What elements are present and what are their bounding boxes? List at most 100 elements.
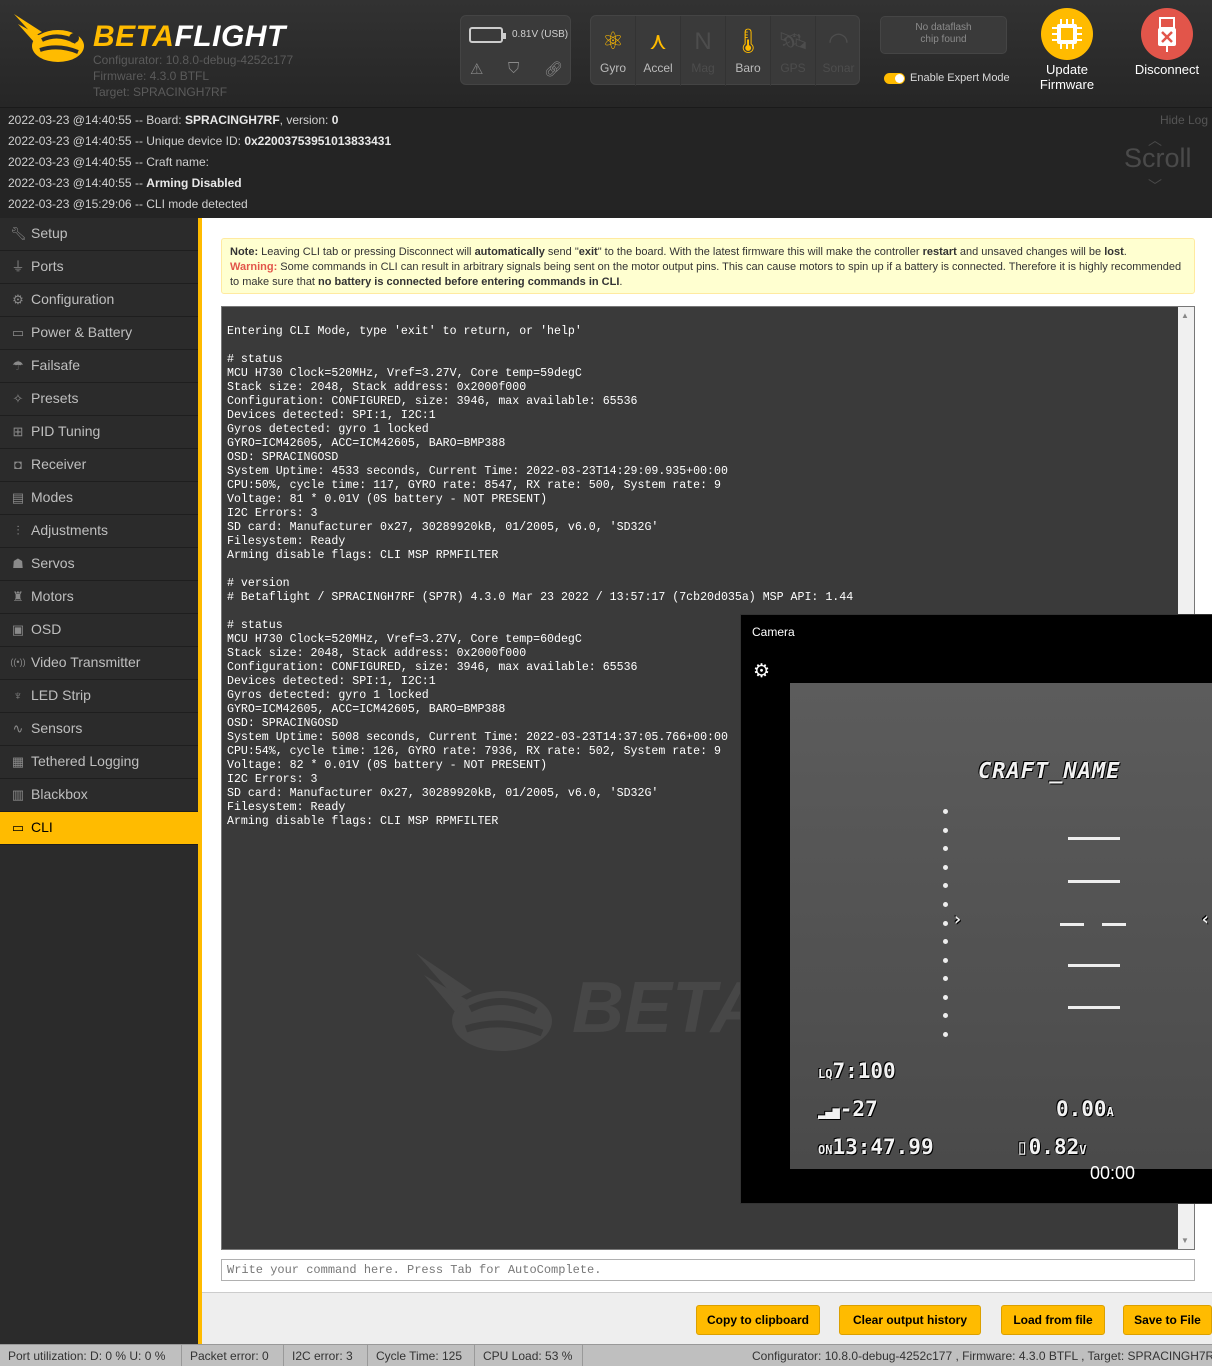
camera-feed: CRAFT_NAME › ‹ LQ7:100 ▂▄▆-27 0.00A ON13… (790, 683, 1212, 1169)
sidebar-item-motors[interactable]: ♜ Motors (0, 581, 198, 614)
motor-icon: ♜ (12, 589, 24, 604)
baro-icon: 🌡︎ (732, 28, 764, 55)
load-from-file-button[interactable]: Load from file (1001, 1305, 1105, 1335)
port-utilization: Port utilization: D: 0 % U: 0 % (0, 1345, 182, 1366)
osd-voltage: ▯0.82V (1016, 1135, 1087, 1159)
battery-osd-icon: ▯ (1016, 1135, 1029, 1159)
sidebar-item-ports[interactable]: ⏚ Ports (0, 251, 198, 284)
status-bar: Port utilization: D: 0 % U: 0 % Packet e… (0, 1344, 1212, 1366)
sidebar-item-presets[interactable]: ✧ Presets (0, 383, 198, 416)
scroll-toggle[interactable]: Scroll (1124, 143, 1192, 174)
chip-icon (1052, 19, 1082, 49)
log-line: 2022-03-23 @15:29:06 -- CLI mode detecte… (8, 197, 248, 211)
sliders-icon: ⫶ (16, 523, 20, 538)
disconnect-label[interactable]: Disconnect (1128, 62, 1206, 77)
usb-disconnect-icon (1158, 17, 1176, 52)
mag-icon: N (694, 28, 712, 55)
scroll-down-icon[interactable]: ▼ (1181, 1236, 1189, 1245)
clear-output-history-button[interactable]: Clear output history (839, 1305, 981, 1335)
sidebar-item-blackbox[interactable]: ▥ Blackbox (0, 779, 198, 812)
sidebar-item-modes[interactable]: ▤ Modes (0, 482, 198, 515)
modes-icon: ▤ (11, 490, 25, 505)
osd-craft-name: CRAFT_NAME (978, 759, 1121, 784)
scroll-up-icon[interactable]: ▲ (1181, 311, 1189, 320)
sidebar-item-power-battery[interactable]: ▭ Power & Battery (0, 317, 198, 350)
app-title: BETAFLIGHT (93, 20, 286, 53)
osd-rssi: ▂▄▆-27 (818, 1097, 878, 1121)
plug-icon: ⏚ (11, 259, 25, 274)
sidebar-item-configuration[interactable]: ⚙ Configuration (0, 284, 198, 317)
led-icon: ♆ (13, 688, 23, 703)
cli-button-bar: Copy to clipboard Clear output history L… (202, 1292, 1212, 1344)
sensor-sonar: ◠ Sonar (816, 16, 861, 86)
sidebar-nav: 🔧︎ Setup ⏚ Ports ⚙ Configuration ▭ Power & B… (0, 218, 198, 1344)
camera-title: Camera (752, 625, 795, 639)
osd-icon: ▣ (11, 622, 25, 637)
cli-note-box: Note: Leaving CLI tab or pressing Discon… (221, 238, 1195, 294)
chevron-down-icon: ﹀ (1148, 178, 1162, 194)
betaflight-window: BETAFLIGHT Configurator: 10.8.0-debug-42… (0, 0, 1212, 1366)
broadcast-icon: ((•)) (10, 657, 26, 667)
version-status: Configurator: 10.8.0-debug-4252c177 , Fi… (752, 1349, 1212, 1363)
configurator-version: Configurator: 10.8.0-debug-4252c177 (93, 53, 294, 67)
update-firmware-label[interactable]: Update Firmware (1030, 62, 1104, 92)
sonar-icon: ◠ (828, 28, 849, 55)
header: BETAFLIGHT Configurator: 10.8.0-debug-42… (0, 0, 1212, 107)
copy-to-clipboard-button[interactable]: Copy to clipboard (696, 1305, 820, 1335)
sidebar-item-led-strip[interactable]: ♆ LED Strip (0, 680, 198, 713)
log-line: 2022-03-23 @14:40:55 -- Craft name: (8, 155, 209, 169)
settings-gear-icon[interactable]: ⚙ (753, 660, 770, 683)
packet-error: Packet error: 0 (182, 1345, 284, 1366)
cli-command-input[interactable]: Write your command here. Press Tab for A… (221, 1259, 1195, 1281)
bee-watermark-icon (416, 953, 552, 1051)
sensor-gyro: ⚛ Gyro (591, 16, 636, 86)
dataflash-status: No dataflash chip found (880, 16, 1007, 54)
hide-log-link[interactable]: Hide Log (1160, 113, 1208, 127)
sidebar-item-osd[interactable]: ▣ OSD (0, 614, 198, 647)
log-line: 2022-03-23 @14:40:55 -- Arming Disabled (8, 176, 242, 190)
logging-icon: ▦ (11, 754, 25, 769)
cycle-time: Cycle Time: 125 (368, 1345, 475, 1366)
battery-icon (469, 27, 506, 43)
note-text: Note: Leaving CLI tab or pressing Discon… (230, 246, 1127, 258)
sidebar-item-tethered-logging[interactable]: ▦ Tethered Logging (0, 746, 198, 779)
sidebar-item-cli[interactable]: ▭ CLI (0, 812, 198, 845)
sensor-accel: ⋏ Accel (636, 16, 681, 86)
battery-panel: 0.81V (USB) ⚠ ⛉ 🔗︎ (460, 15, 571, 85)
disconnect-button[interactable] (1141, 8, 1193, 60)
camera-window[interactable]: Camera ⚙ CRAFT_NAME › ‹ LQ7:100 ▂▄▆-27 0… (740, 614, 1212, 1204)
blackbox-icon: ▥ (11, 787, 25, 802)
bee-logo-icon (14, 14, 84, 62)
warning-text: Warning: Some commands in CLI can result… (230, 261, 1182, 288)
playback-time: 00:00 (1090, 1163, 1136, 1183)
warning-icon: ⚠ (470, 61, 484, 78)
log-panel: 2022-03-23 @14:40:55 -- Board: SPRACINGH… (0, 107, 1212, 218)
sidebar-item-sensors[interactable]: ∿ Sensors (0, 713, 198, 746)
cpu-load: CPU Load: 53 % (475, 1345, 583, 1366)
servo-icon: ☗ (12, 556, 24, 571)
gyro-icon: ⚛ (602, 28, 624, 55)
sidebar-item-setup[interactable]: 🔧︎ Setup (0, 218, 198, 251)
expert-mode-toggle[interactable] (884, 73, 905, 84)
save-to-file-button[interactable]: Save to File (1123, 1305, 1212, 1335)
battery-voltage: 0.81V (USB) (512, 29, 569, 40)
sidebar-item-receiver[interactable]: ◘ Receiver (0, 449, 198, 482)
i2c-error: I2C error: 3 (284, 1345, 368, 1366)
sidebar-item-failsafe[interactable]: ☂ Failsafe (0, 350, 198, 383)
pid-icon: ⊞ (12, 424, 24, 439)
sidebar-item-adjustments[interactable]: ⫶ Adjustments (0, 515, 198, 548)
osd-current: 0.00A (1056, 1097, 1114, 1121)
sidebar-item-video-transmitter[interactable]: ((•)) Video Transmitter (0, 647, 198, 680)
watermark-text: BETA (572, 968, 763, 1048)
battery-icon: ▭ (11, 325, 25, 340)
pulse-icon: ∿ (12, 721, 24, 736)
sensor-baro: 🌡︎ Baro (726, 16, 771, 86)
sidebar-item-servos[interactable]: ☗ Servos (0, 548, 198, 581)
sensor-gps: 🛰︎ GPS (771, 16, 816, 86)
lq-icon: LQ (818, 1067, 833, 1081)
update-firmware-button[interactable] (1041, 8, 1093, 60)
link-icon: 🔗︎ (544, 61, 564, 78)
receiver-icon: ◘ (14, 457, 22, 472)
firmware-version: Firmware: 4.3.0 BTFL (93, 69, 210, 83)
sidebar-item-pid-tuning[interactable]: ⊞ PID Tuning (0, 416, 198, 449)
